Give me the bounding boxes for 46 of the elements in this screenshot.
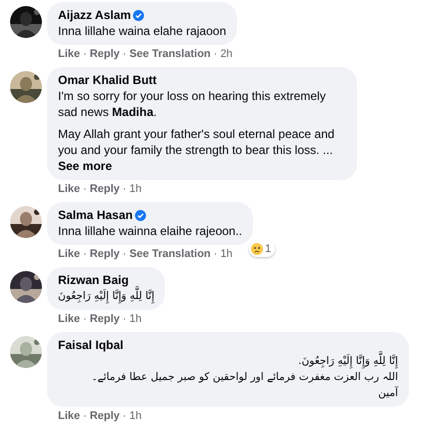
separator-dot: · — [122, 48, 128, 61]
comment-action-link[interactable]: Like — [58, 48, 80, 61]
separator-dot: · — [82, 248, 88, 261]
commenter-name[interactable]: Salma Hasan — [58, 207, 133, 223]
comment-action-link[interactable]: Like — [58, 248, 80, 261]
separator-dot: · — [82, 48, 88, 61]
separator-dot: · — [122, 248, 128, 261]
separator-dot: · — [82, 183, 88, 196]
comment-action-link[interactable]: See Translation — [129, 48, 211, 61]
comment-action-link[interactable]: Like — [58, 410, 80, 423]
comment-action-link[interactable]: Reply — [90, 313, 120, 326]
comment-text: I'm so sorry for your loss on hearing this extremely sad news Madiha. — [58, 88, 327, 120]
reaction-badge[interactable]: 1 — [249, 241, 276, 257]
commenter-name[interactable]: Omar Khalid Butt — [58, 72, 157, 88]
comment-text: Inna lillahe waina elahe rajaoon — [58, 23, 226, 39]
commenter-name[interactable]: Rizwan Baig — [58, 272, 129, 288]
comment-time[interactable]: 1h — [129, 410, 142, 423]
comment-action-link[interactable]: Reply — [90, 248, 120, 261]
sad-face-icon — [251, 243, 264, 255]
comment-action-link[interactable]: Reply — [90, 410, 120, 423]
commenter-name[interactable]: Faisal Iqbal — [58, 337, 124, 353]
see-more-link[interactable]: See more — [58, 159, 112, 173]
commenter-name[interactable]: Aijazz Aslam — [58, 7, 131, 23]
separator-dot: · — [82, 410, 88, 423]
comment-action-link[interactable]: See Translation — [129, 248, 211, 261]
comment-text: إِنَّا لِلَّهِ وَإِنَّا إِلَيْهِ رَاجِعُونَ — [58, 288, 154, 304]
comment-time[interactable]: 2h — [220, 48, 233, 61]
comment-action-link[interactable]: Like — [58, 313, 80, 326]
separator-dot: · — [122, 410, 128, 423]
comment-action-link[interactable]: Reply — [90, 48, 120, 61]
reaction-count: 1 — [265, 242, 272, 257]
comment-time[interactable]: 1h — [129, 183, 142, 196]
verified-badge-icon — [134, 210, 146, 220]
comment-action-link[interactable]: Reply — [90, 183, 120, 196]
separator-dot: · — [122, 183, 128, 196]
comment-action-link[interactable]: Like — [58, 183, 80, 196]
comment-time[interactable]: 1h — [129, 313, 142, 326]
comment-text: May Allah grant your father's soul eternal peace and you and your family the strength to bear this loss. ... See more — [58, 126, 336, 174]
comment-text: Inna lillahe wainna elaihe rajeoon.. — [58, 223, 242, 239]
verified-badge-icon — [132, 10, 144, 20]
separator-dot: · — [212, 248, 218, 261]
separator-dot: · — [212, 48, 218, 61]
comment-text: إِنَّا لِلَّهِ وَإِنَّا إِلَيْهِ رَاجِعُونَ. اللہ رب العزت مغفرت فرمائے اور لواحقین کو صبر جمیل عطا فرمائے۔ آمین — [58, 353, 398, 401]
separator-dot: · — [82, 313, 88, 326]
comment-time[interactable]: 1h — [220, 248, 233, 261]
separator-dot: · — [122, 313, 128, 326]
